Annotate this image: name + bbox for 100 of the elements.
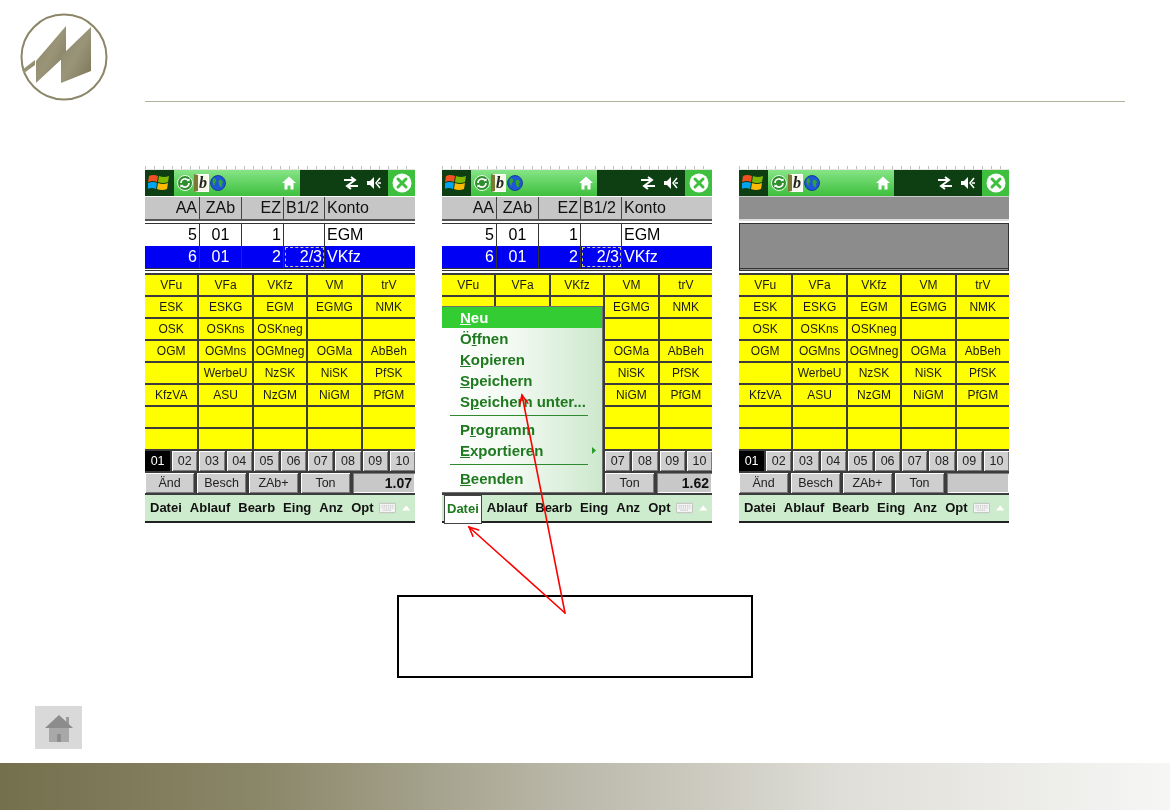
menu-bar-item[interactable]: Opt [348, 496, 377, 520]
account-button[interactable]: NMK [956, 297, 1009, 317]
account-button[interactable]: PfGM [956, 385, 1009, 405]
menu-bar-item[interactable]: Opt [942, 496, 971, 520]
account-button[interactable]: VM [605, 275, 658, 295]
column-header[interactable]: ZAb [200, 197, 242, 219]
home-icon[interactable] [875, 175, 891, 191]
account-button[interactable]: trV [362, 275, 415, 295]
account-button[interactable]: AbBeh [659, 341, 712, 361]
column-header[interactable]: EZ [242, 197, 284, 219]
action-button[interactable]: Ton [895, 473, 944, 493]
action-button[interactable]: Änd [145, 473, 194, 493]
page-tab[interactable]: 07 [902, 451, 928, 471]
account-button[interactable]: VM [308, 275, 361, 295]
connection-arrows-icon[interactable] [936, 176, 954, 190]
page-tab[interactable]: 08 [335, 451, 361, 471]
page-tab[interactable]: 05 [847, 451, 873, 471]
account-button[interactable]: NiGM [308, 385, 361, 405]
account-button[interactable]: OSKneg [847, 319, 901, 339]
account-button[interactable]: PfSK [362, 363, 415, 383]
sync-icon[interactable] [771, 175, 787, 191]
account-button[interactable]: EGMG [902, 297, 955, 317]
close-button[interactable] [685, 170, 712, 196]
account-button[interactable]: NiGM [902, 385, 955, 405]
account-button[interactable]: OSK [739, 319, 792, 339]
action-button[interactable]: ZAb+ [249, 473, 298, 493]
up-arrow-icon[interactable] [995, 505, 1004, 511]
account-button[interactable]: ESK [739, 297, 792, 317]
page-tab[interactable]: 08 [929, 451, 955, 471]
account-button[interactable] [847, 407, 901, 427]
page-tab[interactable]: 09 [659, 451, 685, 471]
app-badge[interactable]: b [491, 174, 506, 192]
account-button[interactable]: ESK [145, 297, 198, 317]
column-header[interactable]: Konto [622, 197, 712, 219]
menu-bar-item[interactable]: Datei [147, 496, 185, 520]
page-tab[interactable]: 03 [199, 451, 225, 471]
home-button[interactable] [35, 706, 82, 749]
menu-bar-item[interactable]: Datei [741, 496, 779, 520]
page-tab[interactable]: 03 [793, 451, 819, 471]
account-button[interactable]: OGMneg [847, 341, 901, 361]
account-button[interactable]: ASU [793, 385, 846, 405]
account-button[interactable] [550, 297, 604, 306]
action-button[interactable]: Änd [739, 473, 788, 493]
page-tab[interactable]: 09 [362, 451, 388, 471]
account-button[interactable]: VM [902, 275, 955, 295]
account-button[interactable]: VFu [442, 275, 495, 295]
table-row[interactable]: 6 01 2 2/3 VKfz [442, 246, 712, 268]
account-button[interactable]: OSK [145, 319, 198, 339]
account-button[interactable]: KfzVA [739, 385, 792, 405]
account-button[interactable]: NiSK [605, 363, 658, 383]
menu-bar-item[interactable]: Eing [874, 496, 909, 520]
account-button[interactable]: EGMG [308, 297, 361, 317]
column-header[interactable]: AA [145, 197, 200, 219]
home-icon[interactable] [281, 175, 297, 191]
page-tab[interactable]: 04 [226, 451, 252, 471]
account-button[interactable]: NzSK [253, 363, 307, 383]
page-tab[interactable]: 02 [172, 451, 198, 471]
menu-item[interactable]: Öffnen [442, 328, 603, 349]
app-badge[interactable]: b [194, 174, 209, 192]
column-header[interactable]: EZ [539, 197, 581, 219]
table-row[interactable]: 6 01 2 2/3 VKfz [145, 246, 415, 268]
account-button[interactable]: NzGM [847, 385, 901, 405]
windows-flag-icon[interactable] [148, 173, 170, 193]
account-button[interactable]: VKfz [847, 275, 901, 295]
menu-item[interactable]: Kopieren [442, 349, 603, 370]
account-button[interactable]: PfGM [659, 385, 712, 405]
account-button[interactable]: PfGM [362, 385, 415, 405]
keyboard-icon[interactable] [972, 502, 990, 514]
account-button[interactable]: KfzVA [145, 385, 198, 405]
account-button[interactable]: PfSK [956, 363, 1009, 383]
account-button[interactable]: trV [956, 275, 1009, 295]
column-header[interactable]: AA [442, 197, 497, 219]
connection-arrows-icon[interactable] [639, 176, 657, 190]
account-button[interactable]: OGMa [902, 341, 955, 361]
account-button[interactable]: NzGM [253, 385, 307, 405]
menu-bar-item[interactable]: Anz [613, 496, 644, 520]
page-tab[interactable]: 08 [632, 451, 658, 471]
sync-icon[interactable] [474, 175, 490, 191]
page-tab[interactable]: 10 [389, 451, 415, 471]
close-button[interactable] [388, 170, 415, 196]
account-button[interactable]: OGM [145, 341, 198, 361]
account-button[interactable]: NMK [659, 297, 712, 317]
account-button[interactable]: VKfz [253, 275, 307, 295]
account-button[interactable]: PfSK [659, 363, 712, 383]
home-icon[interactable] [578, 175, 594, 191]
account-button[interactable]: NzSK [847, 363, 901, 383]
menu-bar-item[interactable]: Anz [910, 496, 941, 520]
account-button[interactable]: OSKns [199, 319, 252, 339]
account-button[interactable] [847, 429, 901, 449]
account-button[interactable]: trV [659, 275, 712, 295]
page-tab[interactable]: 06 [281, 451, 307, 471]
account-button[interactable]: ESKG [793, 297, 846, 317]
account-button[interactable]: WerbeU [793, 363, 846, 383]
account-button[interactable]: ESKG [199, 297, 252, 317]
account-button[interactable]: EGMG [605, 297, 658, 317]
page-tab[interactable]: 02 [766, 451, 792, 471]
account-button[interactable]: ASU [199, 385, 252, 405]
account-button[interactable]: OGMa [605, 341, 658, 361]
action-button[interactable]: ZAb+ [843, 473, 892, 493]
globe-icon[interactable] [804, 175, 820, 191]
